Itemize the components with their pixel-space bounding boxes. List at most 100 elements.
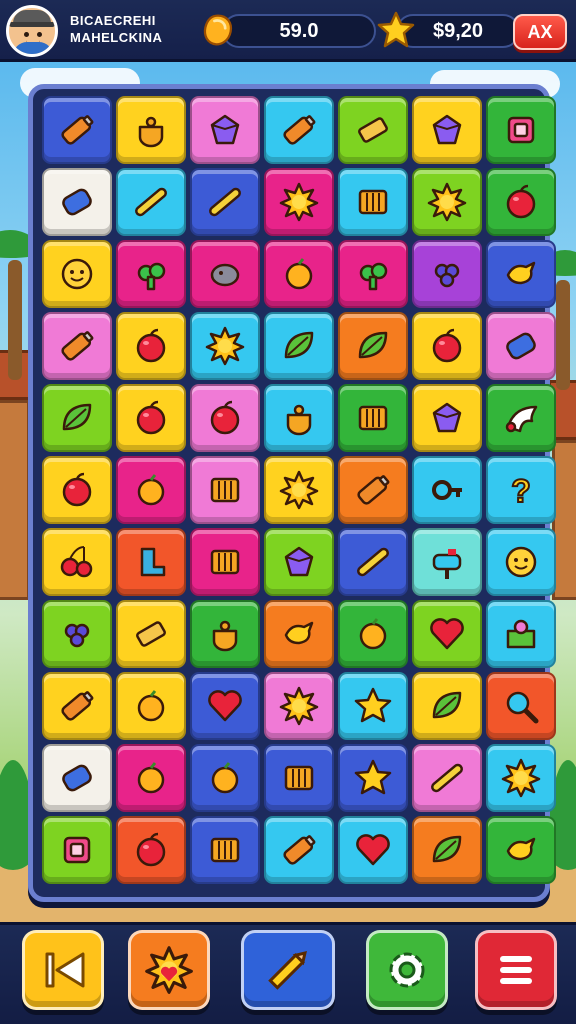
tile[interactable]	[486, 240, 556, 308]
tile[interactable]	[42, 600, 112, 668]
tile[interactable]	[264, 816, 334, 884]
tile[interactable]	[486, 672, 556, 740]
grapes-icon	[64, 623, 90, 648]
tile[interactable]	[486, 528, 556, 596]
tile[interactable]	[412, 816, 482, 884]
tile[interactable]	[116, 312, 186, 380]
tile[interactable]	[486, 384, 556, 452]
tile[interactable]	[412, 456, 482, 524]
gift-icon	[506, 619, 536, 649]
tile[interactable]	[42, 456, 112, 524]
menu-icon	[500, 956, 532, 984]
tile[interactable]	[338, 456, 408, 524]
plant-icon	[359, 262, 388, 291]
tile[interactable]	[116, 96, 186, 164]
tile[interactable]	[264, 240, 334, 308]
tile[interactable]	[190, 528, 260, 596]
tile[interactable]	[190, 312, 260, 380]
settings-button[interactable]	[366, 930, 448, 1010]
tile[interactable]	[116, 240, 186, 308]
tile[interactable]	[264, 312, 334, 380]
pencil-button[interactable]	[241, 930, 335, 1010]
heart-icon	[356, 834, 390, 866]
tile[interactable]	[338, 312, 408, 380]
tile[interactable]	[116, 528, 186, 596]
tile[interactable]	[116, 600, 186, 668]
tile[interactable]	[116, 744, 186, 812]
tile[interactable]	[486, 600, 556, 668]
tile[interactable]	[338, 528, 408, 596]
tile[interactable]	[264, 528, 334, 596]
star-icon	[354, 687, 392, 723]
tile[interactable]	[264, 744, 334, 812]
tile[interactable]	[264, 384, 334, 452]
tile[interactable]	[412, 240, 482, 308]
tile[interactable]	[412, 96, 482, 164]
tile[interactable]	[42, 96, 112, 164]
tile[interactable]	[190, 456, 260, 524]
tile[interactable]	[338, 600, 408, 668]
tile[interactable]	[42, 744, 112, 812]
tile[interactable]	[412, 528, 482, 596]
tile[interactable]	[338, 168, 408, 236]
tile[interactable]	[412, 672, 482, 740]
rock-icon	[210, 263, 240, 287]
booster-button[interactable]	[128, 930, 210, 1010]
fruit-icon	[285, 258, 313, 290]
tile[interactable]	[190, 240, 260, 308]
tile[interactable]	[338, 96, 408, 164]
tile[interactable]	[338, 744, 408, 812]
tile[interactable]	[190, 168, 260, 236]
tile[interactable]	[264, 672, 334, 740]
tile[interactable]	[338, 384, 408, 452]
tile[interactable]	[412, 168, 482, 236]
tile[interactable]	[486, 168, 556, 236]
close-button[interactable]: AX	[513, 14, 567, 50]
pot-icon	[286, 404, 312, 436]
tile[interactable]	[264, 456, 334, 524]
tile[interactable]	[190, 816, 260, 884]
leaf-icon	[62, 403, 92, 431]
tile[interactable]	[338, 672, 408, 740]
tile[interactable]: ?	[486, 456, 556, 524]
tile[interactable]	[42, 168, 112, 236]
tile[interactable]	[486, 96, 556, 164]
palm-trunk	[8, 260, 22, 380]
tile[interactable]	[486, 744, 556, 812]
fruit-icon	[137, 690, 165, 722]
back-button[interactable]	[22, 930, 104, 1010]
tile[interactable]	[338, 816, 408, 884]
tile[interactable]	[116, 456, 186, 524]
menu-button[interactable]	[475, 930, 557, 1010]
tile[interactable]	[42, 312, 112, 380]
tile[interactable]	[116, 168, 186, 236]
tile[interactable]	[264, 600, 334, 668]
tile[interactable]	[412, 744, 482, 812]
tile[interactable]	[190, 384, 260, 452]
player-avatar[interactable]	[6, 5, 58, 57]
tile[interactable]	[264, 96, 334, 164]
tile[interactable]	[190, 600, 260, 668]
tile[interactable]	[42, 384, 112, 452]
tile[interactable]	[190, 744, 260, 812]
tile[interactable]	[412, 600, 482, 668]
tile[interactable]	[412, 312, 482, 380]
tile[interactable]	[116, 816, 186, 884]
tile[interactable]	[412, 384, 482, 452]
tile[interactable]	[42, 240, 112, 308]
tile[interactable]	[42, 528, 112, 596]
tile[interactable]	[486, 816, 556, 884]
tile[interactable]	[116, 672, 186, 740]
tile[interactable]	[486, 312, 556, 380]
crate-icon	[210, 477, 240, 503]
sun-icon	[279, 182, 319, 222]
tile[interactable]	[42, 672, 112, 740]
tile[interactable]	[190, 672, 260, 740]
tile[interactable]	[42, 816, 112, 884]
stick-icon	[135, 187, 167, 217]
battery-icon	[283, 115, 316, 145]
tile[interactable]	[190, 96, 260, 164]
tile[interactable]	[338, 240, 408, 308]
tile[interactable]	[264, 168, 334, 236]
tile[interactable]	[116, 384, 186, 452]
